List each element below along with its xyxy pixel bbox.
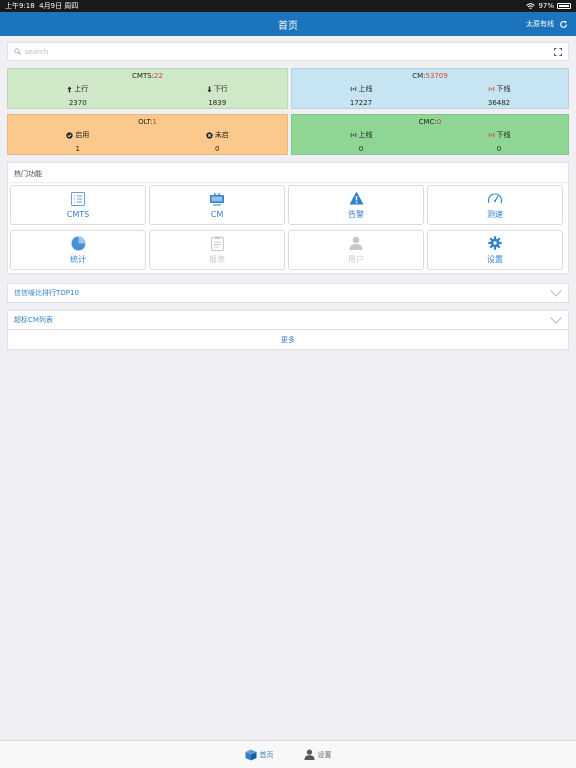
tab-bar: 首页 设置 <box>0 740 576 768</box>
snr-top10-section[interactable]: 信信噪比排行TOP10 <box>7 283 569 303</box>
more-label: 更多 <box>281 335 295 344</box>
cm-card-name: CM: <box>412 72 426 80</box>
cmts-card-name: CMTS: <box>132 72 155 80</box>
cm-online-label: 上线 <box>358 85 373 93</box>
tile-label: 报表 <box>209 255 225 264</box>
tile-cmts[interactable]: CMTS <box>10 185 146 225</box>
tile-label: CM <box>210 210 224 219</box>
tile-cm[interactable]: CM <box>149 185 285 225</box>
cmc-online-value: 0 <box>358 145 364 153</box>
tile-alarm[interactable]: 告警 <box>288 185 424 225</box>
tile-user[interactable]: 用户 <box>288 230 424 270</box>
cmc-online-label: 上线 <box>358 131 373 139</box>
search-icon <box>14 48 21 55</box>
olt-card-count: 1 <box>152 118 157 126</box>
signal-offline-icon <box>488 86 494 92</box>
cmc-card-count: 0 <box>436 118 442 126</box>
scan-icon[interactable] <box>554 47 562 56</box>
cmts-up-value: 2370 <box>68 99 87 107</box>
monitor-icon <box>210 192 224 206</box>
cmts-down-label: 下行 <box>213 85 228 93</box>
cm-offline-label: 下线 <box>496 85 511 93</box>
cube-icon <box>245 749 256 760</box>
cmc-card-name: CMC: <box>418 118 437 126</box>
olt-card-name: OLT: <box>138 118 153 126</box>
cm-online-value: 17227 <box>349 99 373 107</box>
warning-icon <box>349 191 363 205</box>
exceed-cm-list-section[interactable]: 超标CM列表 <box>7 310 569 330</box>
chevron-down-icon[interactable] <box>550 289 562 297</box>
list-icon <box>71 192 85 206</box>
cm-offline-value: 36482 <box>487 99 511 107</box>
status-right: 97% <box>526 2 571 10</box>
tile-label: CMTS <box>66 210 90 219</box>
tab-home[interactable]: 首页 <box>245 749 274 761</box>
battery-icon <box>557 3 571 9</box>
cmts-down-value: 1839 <box>208 99 227 107</box>
signal-online-icon <box>350 86 356 92</box>
tile-label: 统计 <box>70 255 86 264</box>
tile-settings[interactable]: 设置 <box>427 230 563 270</box>
user-icon <box>303 749 315 760</box>
cmts-card-count: 22 <box>154 72 163 80</box>
tile-label: 测速 <box>487 210 503 219</box>
signal-offline-icon <box>488 132 494 138</box>
cmc-offline-label: 下线 <box>496 131 511 139</box>
olt-summary-card[interactable]: OLT:1 启用 1 未启 0 <box>7 114 288 155</box>
tile-report[interactable]: 报表 <box>149 230 285 270</box>
refresh-icon[interactable] <box>559 20 568 29</box>
olt-enabled-label: 启用 <box>75 131 90 139</box>
x-circle-icon <box>206 131 213 139</box>
cmc-offline-value: 0 <box>496 145 502 153</box>
signal-online-icon <box>350 132 356 138</box>
tile-label: 用户 <box>348 255 364 264</box>
cm-summary-card[interactable]: CM:53709 上线 17227 下线 36482 <box>291 68 569 109</box>
hot-functions-panel: 热门功能 CMTS CM 告警 测速 统计 报表 用户 设置 <box>7 162 569 274</box>
section-label: 信信噪比排行TOP10 <box>14 289 79 297</box>
chevron-down-icon[interactable] <box>550 316 562 324</box>
tab-label: 首页 <box>259 750 274 759</box>
gear-icon <box>488 236 502 250</box>
cm-card-count: 53709 <box>425 72 448 80</box>
arrow-down-icon <box>207 86 212 92</box>
olt-disabled-label: 未启 <box>214 131 229 139</box>
more-button[interactable]: 更多 <box>7 330 569 350</box>
cmc-summary-card[interactable]: CMC:0 上线 0 下线 0 <box>291 114 569 155</box>
cmts-summary-card[interactable]: CMTS:22 上行 2370 下行 1839 <box>7 68 288 109</box>
arrow-up-icon <box>67 86 72 92</box>
hot-functions-title: 热门功能 <box>8 163 568 183</box>
tile-label: 设置 <box>487 255 503 264</box>
search-bar[interactable]: search <box>7 42 569 61</box>
user-icon <box>349 236 363 250</box>
status-bar: 上午9:18 4月9日 周四 97% <box>0 0 576 12</box>
check-circle-icon <box>66 131 73 139</box>
olt-disabled-value: 0 <box>215 145 220 153</box>
region-button[interactable]: 太原有线 <box>526 19 554 29</box>
tile-label: 告警 <box>348 210 364 219</box>
tile-speed-test[interactable]: 测速 <box>427 185 563 225</box>
battery-percent: 97% <box>538 2 554 10</box>
nav-bar: 首页 太原有线 <box>0 12 576 36</box>
page-title: 首页 <box>278 20 298 32</box>
pie-chart-icon <box>71 236 85 250</box>
search-input[interactable]: search <box>25 48 554 56</box>
section-label: 超标CM列表 <box>14 316 53 324</box>
olt-enabled-value: 1 <box>75 145 80 153</box>
status-time-date: 上午9:18 4月9日 周四 <box>5 2 79 10</box>
clipboard-icon <box>210 236 224 251</box>
wifi-icon <box>526 2 536 9</box>
tab-settings[interactable]: 设置 <box>303 749 332 760</box>
tab-label: 设置 <box>317 750 332 759</box>
speedometer-icon <box>487 193 503 204</box>
tile-statistics[interactable]: 统计 <box>10 230 146 270</box>
cmts-up-label: 上行 <box>74 85 89 93</box>
